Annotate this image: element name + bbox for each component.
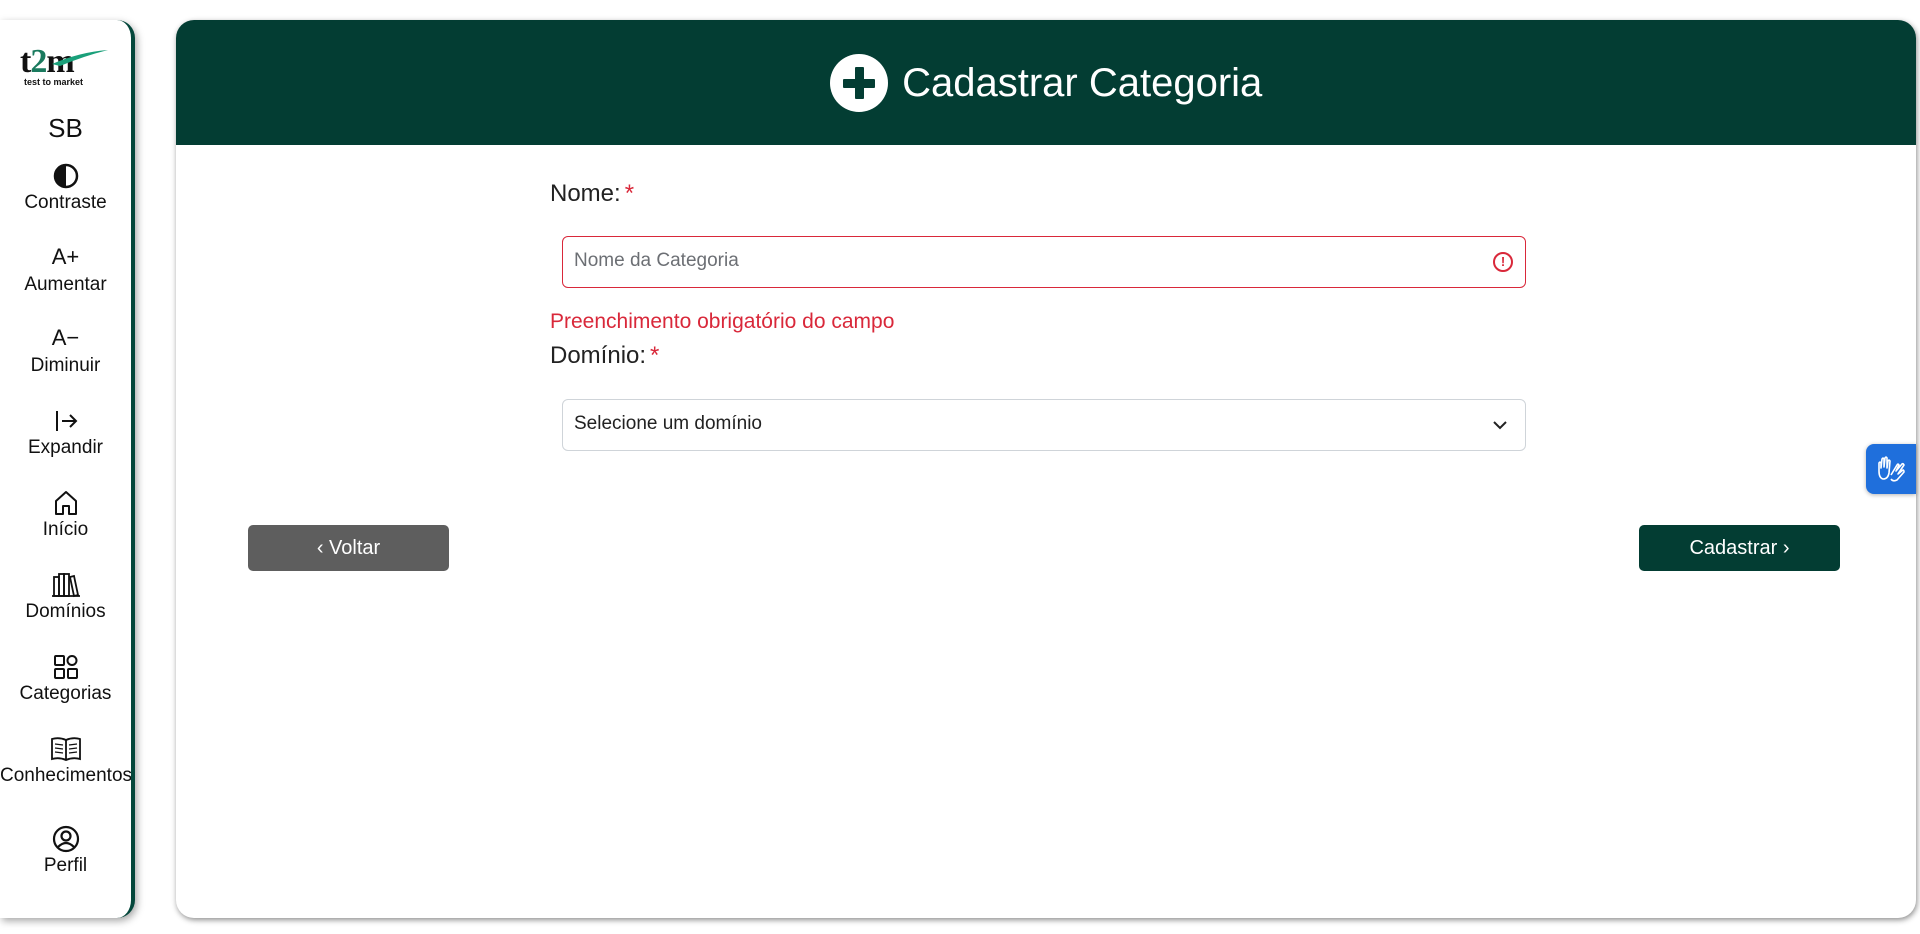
name-error-message: Preenchimento obrigatório do campo [550,310,895,333]
name-label: Nome: * [550,180,635,207]
logo-letter-2: 2 [30,43,47,80]
sidebar-item-label: Perfil [43,855,88,876]
sidebar-item-contraste[interactable]: Contraste [0,160,131,214]
sidebar-item-label: Diminuir [30,355,101,376]
contrast-icon [0,160,131,190]
chevron-down-icon [1493,421,1507,430]
sidebar-item-expandir[interactable]: Expandir [0,405,131,459]
back-button[interactable]: ‹ Voltar [248,525,449,571]
font-increase-icon: A+ [51,244,80,269]
t2m-logo[interactable]: t2m test to market [20,44,110,88]
sidebar-item-label: Domínios [25,601,106,622]
sidebar-item-aumentar[interactable]: A+ Aumentar [0,242,131,296]
sidebar-item-label: Início [42,519,89,540]
page-header: Cadastrar Categoria [176,20,1916,145]
sidebar-item-dominios[interactable]: Domínios [0,569,131,623]
grid-icon [0,651,131,681]
sidebar-item-label: Aumentar [24,274,107,295]
logo-swoosh-icon [52,50,108,66]
sidebar-item-inicio[interactable]: Início [0,487,131,541]
library-icon [0,569,131,599]
vlibras-widget-button[interactable] [1866,444,1916,494]
logo-letter-t: t [20,43,31,80]
expand-icon [0,405,131,435]
user-initials: SB [48,113,83,143]
sidebar-item-label: Expandir [28,437,103,458]
category-name-field[interactable]: ! [562,236,1526,288]
category-name-input[interactable] [563,237,1443,285]
error-icon: ! [1493,252,1513,272]
book-icon [0,733,131,763]
sidebar-item-label: Contraste [24,192,107,213]
domain-select[interactable]: Selecione um domínio [562,399,1526,451]
page-title: Cadastrar Categoria [902,60,1263,105]
sidebar-item-label: Conhecimentos [0,765,133,786]
sidebar-item-perfil[interactable]: Perfil [0,823,131,877]
domain-label: Domínio: * [550,342,660,369]
domain-select-value: Selecione um domínio [574,413,762,434]
submit-button[interactable]: Cadastrar › [1639,525,1840,571]
user-circle-icon [0,823,131,853]
required-mark: * [650,342,660,369]
sidebar-item-conhecimentos[interactable]: Conhecimentos [0,733,131,787]
logo-subtitle: test to market [24,77,84,87]
sidebar: t2m test to market SB Contraste A+ Aumen… [0,20,135,918]
home-icon [0,487,131,517]
required-mark: * [624,180,635,207]
sidebar-item-categorias[interactable]: Categorias [0,651,131,705]
font-decrease-icon: A− [51,325,80,350]
sign-language-hands-icon [1878,456,1905,482]
sidebar-item-diminuir[interactable]: A− Diminuir [0,323,131,377]
main-panel: Cadastrar Categoria Nome:* ! Preenchimen… [176,20,1916,918]
plus-circle-icon [829,54,888,112]
sidebar-item-label: Categorias [19,683,112,704]
